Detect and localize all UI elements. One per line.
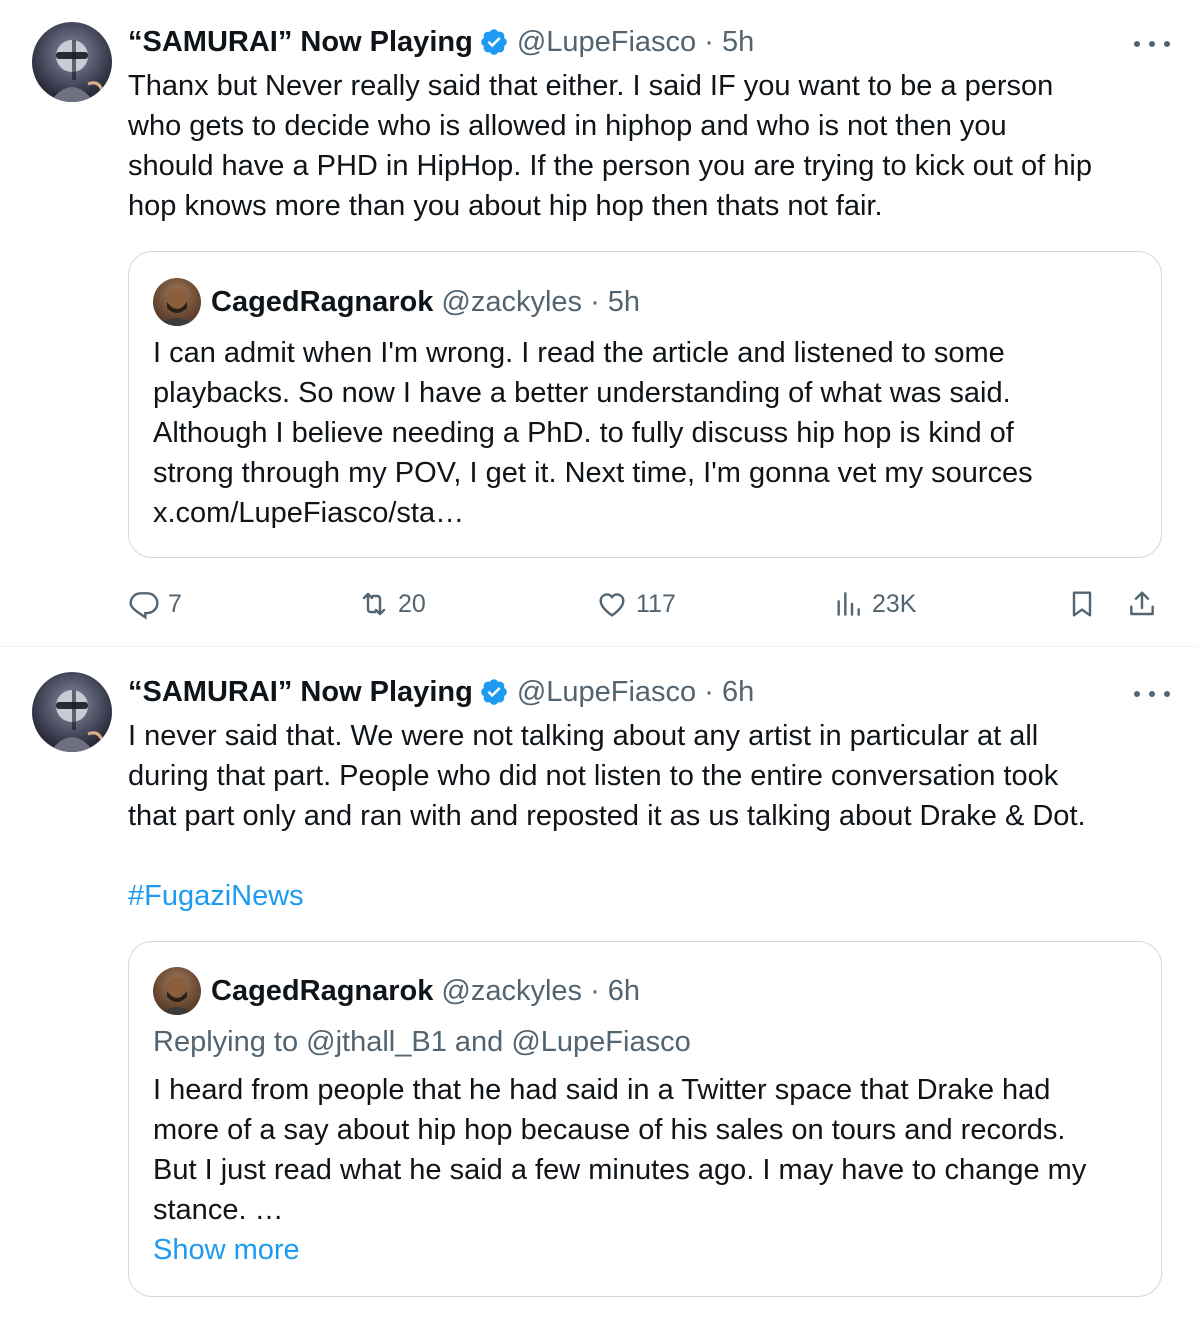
author-name[interactable]: “SAMURAI” Now Playing — [128, 26, 473, 59]
tweet-actions: 7 20 117 23K — [128, 582, 1168, 626]
more-icon[interactable] — [1134, 682, 1170, 706]
repost-icon — [362, 592, 386, 616]
author-handle-time[interactable]: @LupeFiasco · 6h — [517, 676, 754, 709]
quoted-author-avatar — [153, 967, 201, 1015]
author-name[interactable]: “SAMURAI” Now Playing — [128, 676, 473, 709]
share-button[interactable] — [1126, 582, 1166, 626]
hashtag-link[interactable]: #FugaziNews — [128, 876, 304, 916]
quoted-tweet-header: CagedRagnarok @zackyles · 6h — [153, 967, 640, 1015]
bookmark-button[interactable] — [1066, 582, 1106, 626]
share-icon — [1130, 591, 1154, 616]
mention-link[interactable]: @LupeFiasco — [511, 1026, 690, 1058]
reply-icon — [129, 592, 159, 620]
reply-button[interactable]: 7 — [128, 582, 182, 626]
tweet[interactable]: “SAMURAI” Now Playing @LupeFiasco · 6h I… — [0, 647, 1198, 1318]
tweet[interactable]: “SAMURAI” Now Playing @LupeFiasco · 5h T… — [0, 0, 1198, 647]
mention-link[interactable]: @jthall_B1 — [306, 1026, 447, 1058]
verified-badge-icon — [481, 29, 507, 55]
views-button[interactable]: 23K — [832, 582, 916, 626]
replying-to-prefix: Replying to — [153, 1026, 307, 1058]
bookmark-icon — [1072, 591, 1092, 617]
quoted-author-handle-time: @zackyles · 6h — [441, 974, 641, 1007]
reply-count: 7 — [168, 589, 182, 618]
repost-count: 20 — [398, 589, 426, 618]
more-icon[interactable] — [1134, 32, 1170, 56]
quoted-author-handle-time: @zackyles · 5h — [441, 285, 641, 318]
quoted-tweet-text: I can admit when I'm wrong. I read the a… — [153, 337, 1033, 529]
author-avatar[interactable] — [32, 22, 112, 102]
verified-badge-icon — [481, 679, 507, 705]
views-count: 23K — [872, 589, 917, 618]
author-handle-time[interactable]: @LupeFiasco · 5h — [517, 26, 754, 59]
replying-to: Replying to @jthall_B1 and @LupeFiasco — [153, 1022, 691, 1062]
like-icon — [599, 593, 625, 617]
quoted-tweet[interactable]: CagedRagnarok @zackyles · 5h I can admit… — [128, 251, 1162, 558]
quoted-tweet-header: CagedRagnarok @zackyles · 5h — [153, 278, 640, 326]
quoted-tweet[interactable]: CagedRagnarok @zackyles · 6h Replying to… — [128, 941, 1162, 1297]
show-more-link[interactable]: Show more — [153, 1230, 300, 1270]
tweet-header: “SAMURAI” Now Playing @LupeFiasco · 5h — [128, 22, 754, 62]
tweet-header: “SAMURAI” Now Playing @LupeFiasco · 6h — [128, 672, 754, 712]
views-icon — [837, 592, 860, 616]
quoted-author-name: CagedRagnarok — [211, 974, 434, 1007]
like-count: 117 — [636, 589, 676, 618]
author-avatar[interactable] — [32, 672, 112, 752]
tweet-text: I never said that. We were not talking a… — [128, 720, 1086, 832]
replying-to-and: and — [446, 1026, 512, 1058]
quoted-author-avatar — [153, 278, 201, 326]
quoted-author-name: CagedRagnarok — [211, 285, 434, 318]
quoted-tweet-text: I heard from people that he had said in … — [153, 1074, 1087, 1226]
tweet-text: Thanx but Never really said that either.… — [128, 70, 1092, 222]
repost-button[interactable]: 20 — [358, 582, 426, 626]
like-button[interactable]: 117 — [596, 582, 676, 626]
